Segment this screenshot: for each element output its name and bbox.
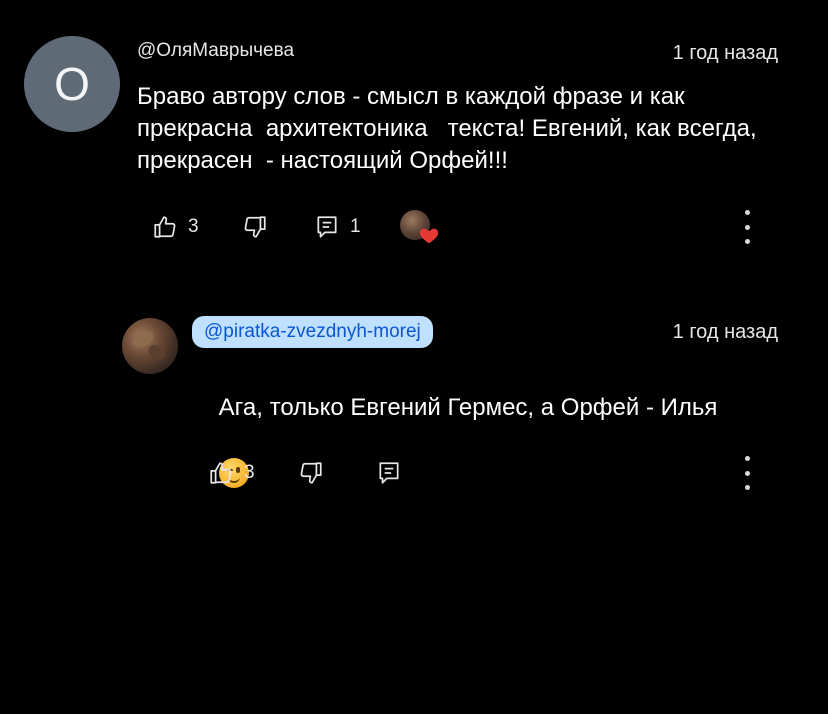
comment-actions: 3 <box>0 456 828 492</box>
reply-button[interactable] <box>376 460 402 486</box>
more-vert-dot <box>744 470 750 476</box>
more-vert-icon <box>744 210 750 215</box>
reply-icon <box>317 216 337 238</box>
more-vert-dot <box>744 224 750 230</box>
like-count: 3 <box>188 216 199 237</box>
comment-timestamp[interactable]: 1 год назад <box>673 42 778 65</box>
thumbs-up-icon <box>210 462 232 484</box>
avatar[interactable] <box>122 318 178 374</box>
more-vert-icon <box>744 456 750 461</box>
more-options-button[interactable] <box>742 210 752 244</box>
avatar-letter: О <box>54 58 90 110</box>
more-vert-dot <box>744 485 750 490</box>
comment-thread: О @ОляМаврычева 1 год назад Браво автору… <box>0 0 828 280</box>
reply-comment: @piratka-zvezdnyh-morej 1 год назад Ага,… <box>0 300 828 527</box>
thumbs-up-icon <box>154 216 176 238</box>
creator-heart <box>400 210 440 246</box>
heart-icon <box>419 228 439 244</box>
reply-count: 1 <box>350 216 361 237</box>
like-button[interactable]: 3 <box>208 460 255 486</box>
reply-icon <box>379 462 399 484</box>
dislike-button[interactable] <box>242 214 268 240</box>
avatar[interactable]: О <box>24 36 120 132</box>
comment-timestamp[interactable]: 1 год назад <box>673 321 778 344</box>
like-count: 3 <box>244 462 255 483</box>
reply-button[interactable]: 1 <box>314 214 361 240</box>
more-vert-dot <box>744 239 750 244</box>
thumbs-down-icon <box>244 216 266 238</box>
comment-text: Ага, только Евгений Гермес, а Орфей - Ил… <box>192 360 792 520</box>
comment-text: Браво автору слов - смысл в каждой фразе… <box>137 83 764 174</box>
avatar-image-detail <box>146 342 168 362</box>
comment-text-body: Ага, только Евгений Гермес, а Орфей - Ил… <box>218 394 718 421</box>
comment-author-mention[interactable]: @piratka-zvezdnyh-morej <box>192 316 433 348</box>
dislike-button[interactable] <box>298 460 324 486</box>
more-options-button[interactable] <box>742 456 752 490</box>
thumbs-down-icon <box>300 462 322 484</box>
like-button[interactable]: 3 <box>152 214 199 240</box>
comment-author[interactable]: @ОляМаврычева <box>137 40 294 62</box>
comment-actions: 3 1 <box>0 210 828 246</box>
